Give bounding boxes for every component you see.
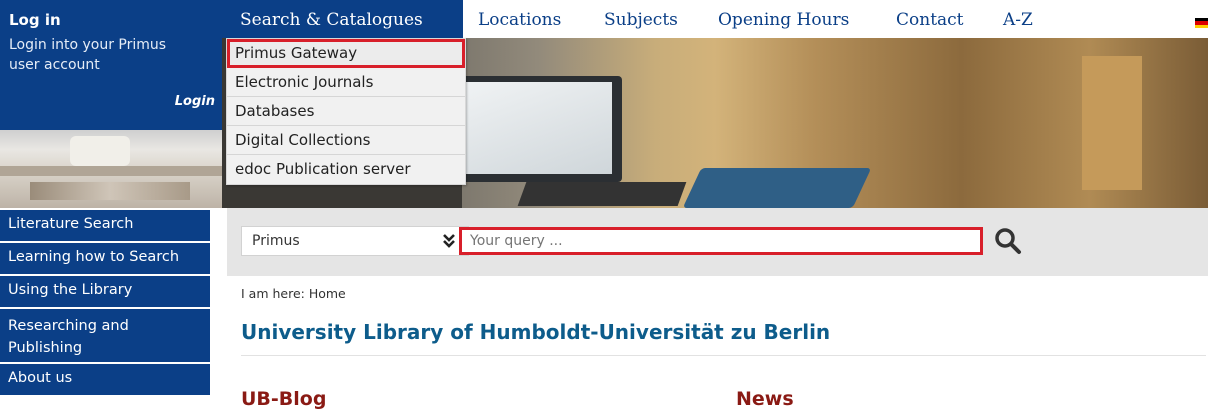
dropdown-item-digital-collections[interactable]: Digital Collections: [227, 126, 465, 155]
nav-subjects[interactable]: Subjects: [604, 0, 678, 38]
search-input[interactable]: [459, 227, 983, 255]
search-band: Primus: [227, 208, 1208, 276]
german-flag-icon[interactable]: [1195, 18, 1208, 28]
nav-search-catalogues[interactable]: Search & Catalogues: [222, 0, 463, 38]
search-scope-value: Primus: [252, 233, 300, 249]
side-nav: Literature Search Learning how to Search…: [0, 210, 210, 397]
login-box: Log in Login into your Primus user accou…: [0, 0, 222, 130]
sidebar-item-literature-search[interactable]: Literature Search: [0, 210, 210, 243]
sidebar-item-about-us[interactable]: About us: [0, 364, 210, 397]
nav-locations[interactable]: Locations: [478, 0, 561, 38]
dropdown-item-electronic-journals[interactable]: Electronic Journals: [227, 68, 465, 97]
search-catalogues-dropdown: Primus Gateway Electronic Journals Datab…: [226, 38, 466, 185]
dropdown-item-databases[interactable]: Databases: [227, 97, 465, 126]
nav-opening-hours[interactable]: Opening Hours: [718, 0, 849, 38]
left-column: Log in Login into your Primus user accou…: [0, 0, 222, 409]
sidebar-item-using-the-library[interactable]: Using the Library: [0, 276, 210, 309]
dropdown-item-primus-gateway[interactable]: Primus Gateway: [227, 39, 465, 68]
sidebar-item-researching-and-publishing[interactable]: Researching and Publishing: [0, 309, 210, 364]
top-nav: Search & Catalogues Locations Subjects O…: [222, 0, 1208, 38]
page-title: University Library of Humboldt-Universit…: [241, 320, 831, 344]
section-title-blog[interactable]: UB-Blog: [241, 388, 326, 410]
login-link[interactable]: Login: [175, 94, 215, 109]
title-divider: [241, 355, 1206, 356]
sidebar-photo: [0, 130, 222, 208]
nav-contact[interactable]: Contact: [896, 0, 964, 38]
double-chevron-down-icon: [443, 234, 455, 248]
sidebar-item-learning-how-to-search[interactable]: Learning how to Search: [0, 243, 210, 276]
login-description: Login into your Primus user account: [9, 37, 167, 73]
section-title-news[interactable]: News: [736, 388, 794, 410]
search-scope-select[interactable]: Primus: [241, 226, 469, 256]
nav-a-z[interactable]: A-Z: [1003, 0, 1033, 38]
search-icon[interactable]: [993, 226, 1023, 256]
breadcrumb: I am here: Home: [241, 286, 346, 301]
login-title: Log in: [9, 11, 61, 29]
dropdown-item-edoc-publication-server[interactable]: edoc Publication server: [227, 155, 465, 184]
